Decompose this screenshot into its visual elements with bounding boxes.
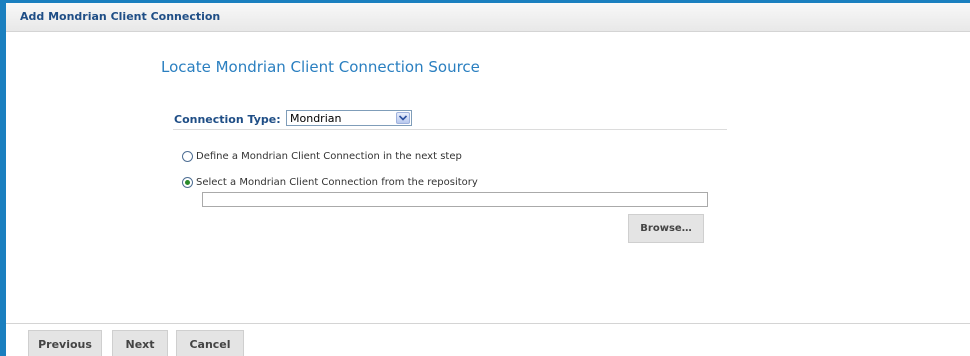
next-button[interactable]: Next <box>112 330 168 356</box>
browse-button[interactable]: Browse… <box>628 214 704 243</box>
cancel-button[interactable]: Cancel <box>176 330 244 356</box>
radio-define-connection[interactable] <box>182 150 193 162</box>
option-select-repository-label: Select a Mondrian Client Connection from… <box>196 176 478 188</box>
dialog-window: Add Mondrian Client Connection Locate Mo… <box>0 0 970 356</box>
dropdown-arrow-button[interactable] <box>396 112 410 124</box>
connection-type-label: Connection Type: <box>174 113 281 126</box>
repository-path-input[interactable] <box>202 192 708 207</box>
radio-select-repository[interactable] <box>182 176 193 188</box>
dialog-title: Add Mondrian Client Connection <box>20 10 221 23</box>
dialog-title-bar: Add Mondrian Client Connection <box>6 3 970 32</box>
connection-type-select[interactable]: Mondrian <box>286 110 412 126</box>
page-title: Locate Mondrian Client Connection Source <box>161 58 480 76</box>
option-define-connection-label: Define a Mondrian Client Connection in t… <box>196 150 462 162</box>
section-divider <box>173 129 727 130</box>
dialog-footer: Previous Next Cancel <box>6 323 970 356</box>
previous-button[interactable]: Previous <box>28 330 102 356</box>
connection-type-value: Mondrian <box>290 112 342 125</box>
chevron-down-icon <box>399 115 407 121</box>
option-define-connection[interactable]: Define a Mondrian Client Connection in t… <box>182 149 462 163</box>
option-select-repository[interactable]: Select a Mondrian Client Connection from… <box>182 175 478 189</box>
